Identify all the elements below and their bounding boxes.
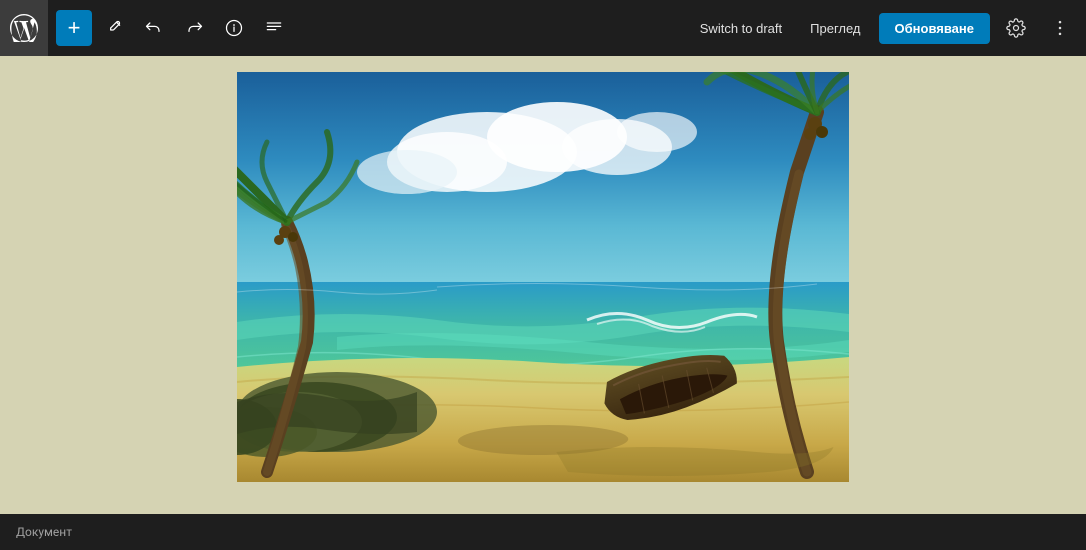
edit-icon-button[interactable] — [96, 10, 132, 46]
add-block-button[interactable]: + — [56, 10, 92, 46]
info-button[interactable] — [216, 10, 252, 46]
more-options-button[interactable] — [1042, 10, 1078, 46]
undo-icon — [144, 18, 164, 38]
list-view-icon — [264, 18, 284, 38]
settings-button[interactable] — [998, 10, 1034, 46]
switch-to-draft-button[interactable]: Switch to draft — [690, 15, 792, 42]
topbar-left: + — [8, 0, 690, 56]
preview-button[interactable]: Преглед — [800, 15, 870, 42]
topbar-right: Switch to draft Преглед Обновяване — [690, 10, 1078, 46]
info-icon — [224, 18, 244, 38]
document-label: Документ — [16, 525, 72, 539]
gear-icon — [1006, 18, 1026, 38]
image-block[interactable] — [237, 72, 849, 482]
content-area: Документ — [0, 56, 1086, 550]
bottom-bar: Документ — [0, 514, 1086, 550]
pencil-icon — [104, 18, 124, 38]
redo-icon — [184, 18, 204, 38]
editor-canvas — [0, 72, 1086, 482]
list-view-button[interactable] — [256, 10, 292, 46]
topbar: + — [0, 0, 1086, 56]
undo-button[interactable] — [136, 10, 172, 46]
more-options-icon — [1050, 18, 1070, 38]
redo-button[interactable] — [176, 10, 212, 46]
wp-logo-button[interactable] — [0, 0, 48, 56]
beach-image — [237, 72, 849, 482]
update-button[interactable]: Обновяване — [879, 13, 990, 44]
